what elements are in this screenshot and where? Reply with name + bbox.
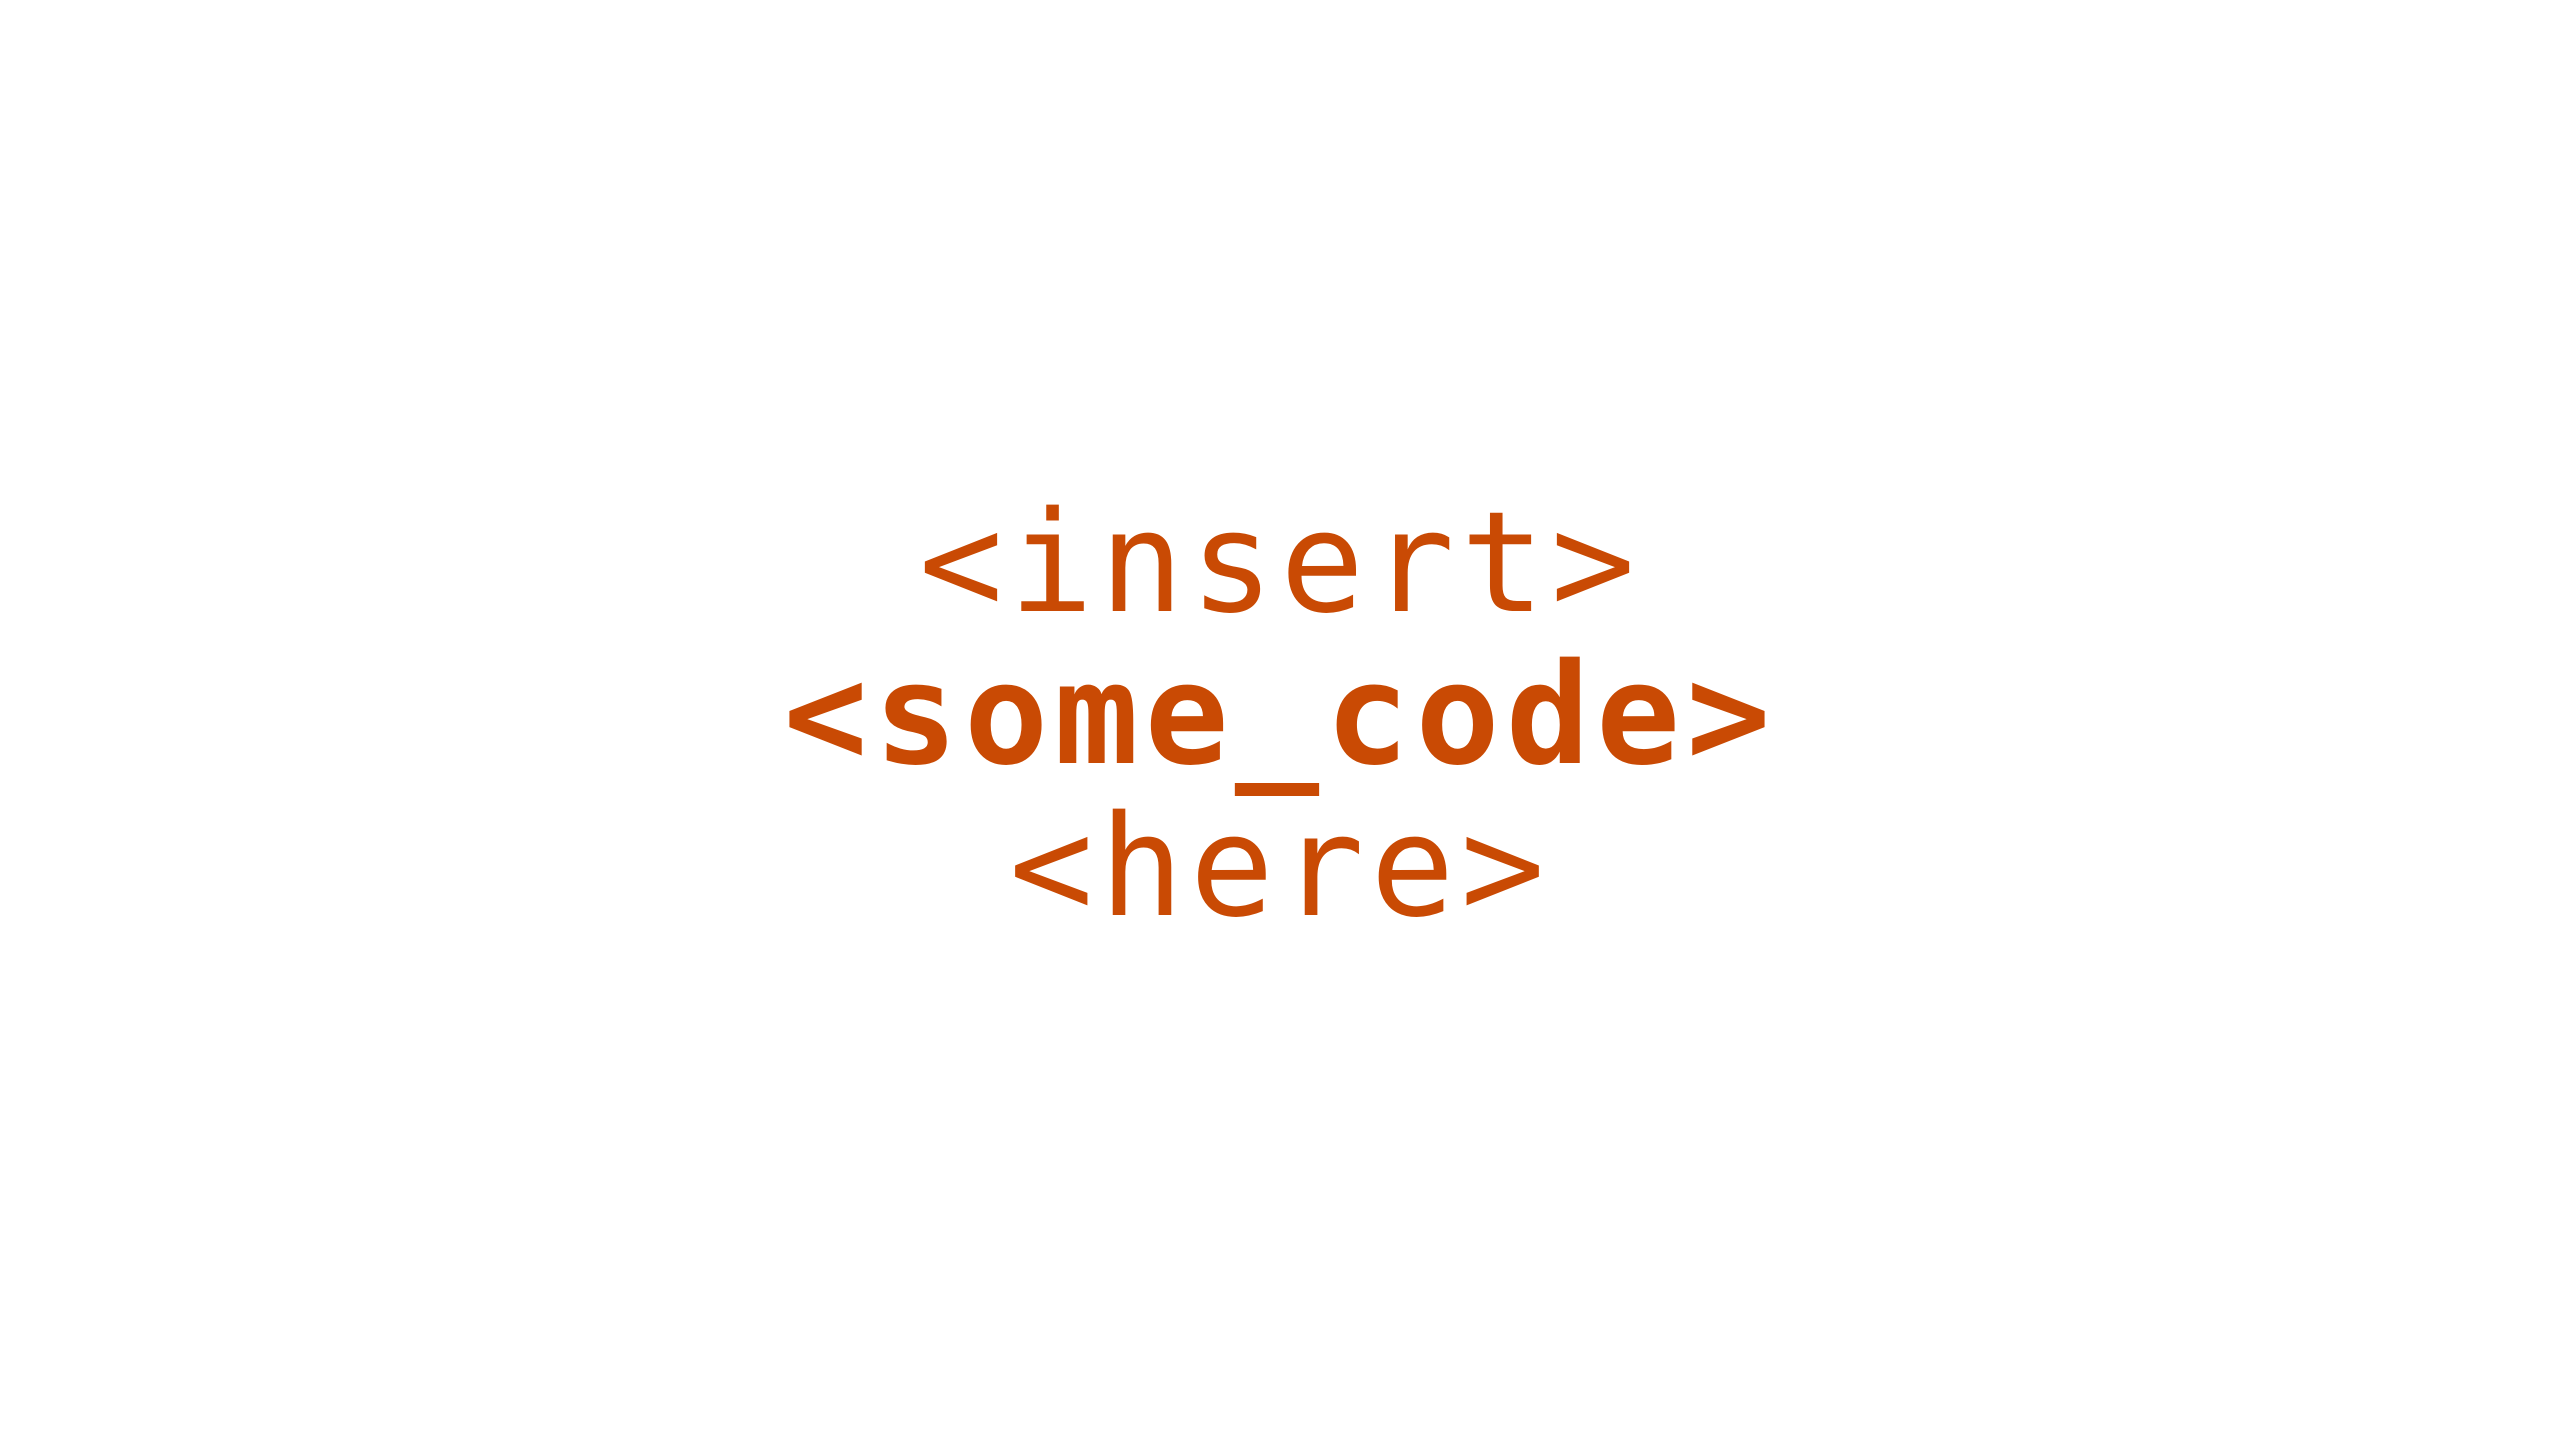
code-line-here: <here>: [1009, 786, 1551, 949]
slide-canvas: <insert> <some_code> <here>: [0, 0, 2560, 1440]
code-line-some-code: <some_code>: [783, 634, 1777, 797]
code-placeholder-block: <insert> <some_code> <here>: [783, 488, 1776, 944]
code-line-insert: <insert>: [918, 482, 1642, 645]
